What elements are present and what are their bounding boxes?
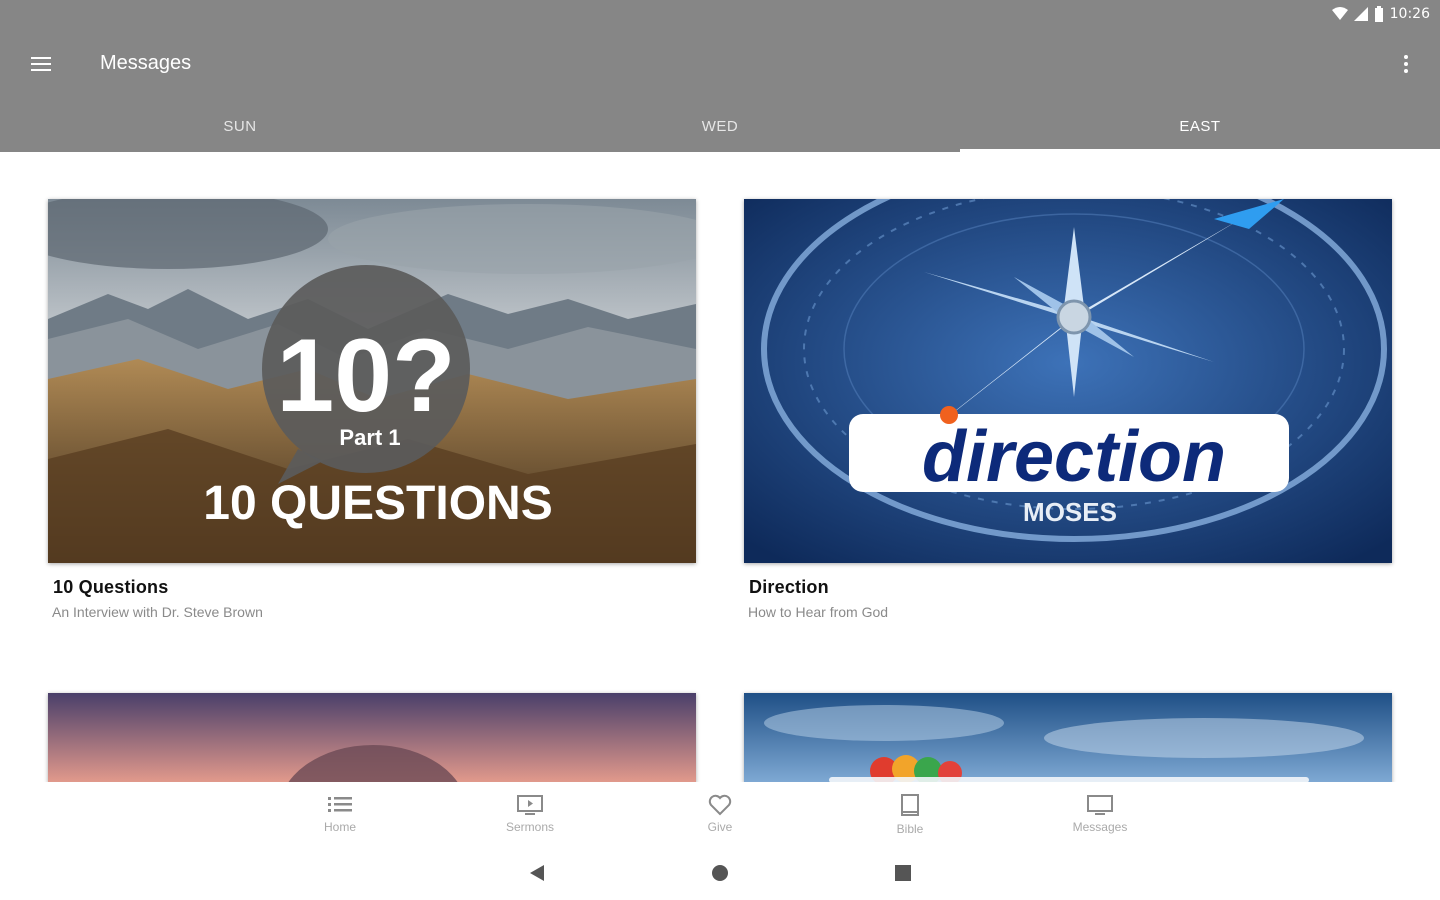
- book-icon: [901, 794, 919, 816]
- page-title: Messages: [100, 52, 192, 74]
- back-icon[interactable]: [528, 864, 546, 882]
- more-vert-icon[interactable]: [1394, 52, 1418, 76]
- app-bar: 10:26 Messages SUN WED EAST: [0, 0, 1440, 152]
- system-navigation-bar: [0, 844, 1440, 900]
- series-card-direction[interactable]: direction MOSES Direction How to Hear fr…: [744, 199, 1392, 620]
- art-big-text: 10?: [276, 318, 455, 434]
- nav-home[interactable]: Home: [280, 794, 400, 834]
- art-caption-text: MOSES: [1023, 497, 1117, 527]
- tab-wed[interactable]: WED: [480, 100, 960, 152]
- nav-sermons[interactable]: Sermons: [470, 794, 590, 834]
- nav-label: Messages: [1072, 820, 1128, 834]
- card-title: 10 Questions: [53, 577, 169, 597]
- home-circle-icon[interactable]: [711, 864, 729, 882]
- wifi-icon: [1331, 7, 1348, 20]
- nav-label: Bible: [896, 822, 924, 836]
- hamburger-menu-icon[interactable]: [26, 50, 56, 78]
- art-logo-text: direction: [922, 417, 1226, 497]
- battery-icon: [1374, 6, 1383, 22]
- status-bar: 10:26: [1331, 4, 1430, 24]
- status-time: 10:26: [1389, 6, 1430, 22]
- series-thumbnail[interactable]: 10? Part 1 10 QUESTIONS: [48, 199, 696, 563]
- series-card[interactable]: [48, 693, 696, 783]
- sermons-tv-icon: [517, 795, 543, 815]
- nav-bible[interactable]: Bible: [850, 794, 970, 836]
- series-thumbnail[interactable]: [744, 693, 1392, 783]
- tab-east[interactable]: EAST: [960, 100, 1440, 152]
- series-thumbnail[interactable]: [48, 693, 696, 783]
- nav-messages[interactable]: Messages: [1040, 794, 1160, 834]
- nav-label: Home: [323, 820, 356, 834]
- series-thumbnail[interactable]: direction MOSES: [744, 199, 1392, 563]
- series-card[interactable]: [744, 693, 1392, 783]
- signal-icon: [1353, 7, 1368, 21]
- monitor-icon: [1087, 795, 1113, 815]
- nav-give[interactable]: Give: [660, 794, 780, 834]
- art-caption-text: 10 QUESTIONS: [203, 477, 552, 530]
- card-subtitle: An Interview with Dr. Steve Brown: [52, 604, 263, 620]
- heart-icon: [708, 794, 732, 816]
- series-card-10-questions[interactable]: 10? Part 1 10 QUESTIONS 10 Questions An …: [48, 199, 696, 620]
- list-icon: [328, 797, 352, 812]
- nav-label: Give: [707, 820, 733, 834]
- recents-square-icon[interactable]: [894, 864, 912, 882]
- bottom-navigation: Home Sermons Give Bible Messages: [0, 782, 1440, 844]
- tab-bar: SUN WED EAST: [0, 100, 1440, 152]
- tab-sun[interactable]: SUN: [0, 100, 480, 152]
- card-title: Direction: [749, 577, 829, 597]
- nav-label: Sermons: [505, 820, 555, 834]
- card-subtitle: How to Hear from God: [748, 604, 889, 620]
- art-part-text: Part 1: [339, 425, 400, 450]
